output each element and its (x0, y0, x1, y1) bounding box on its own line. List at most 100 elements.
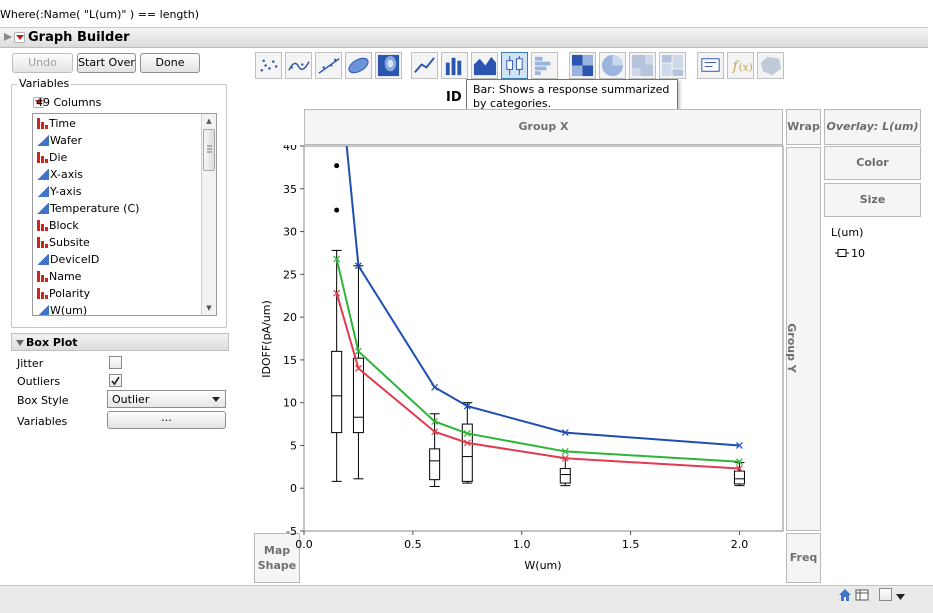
column-list-item[interactable]: X-axis (37, 166, 83, 183)
pie-icon[interactable] (599, 52, 626, 79)
home-icon[interactable] (838, 588, 852, 605)
status-checkbox[interactable] (879, 588, 892, 601)
column-name: Y-axis (50, 185, 82, 198)
graph-builder-titlebar (0, 27, 928, 48)
variables-options-button[interactable]: ... (107, 411, 226, 429)
column-list-item[interactable]: Name (37, 268, 81, 285)
continuous-column-icon (37, 186, 49, 197)
scroll-down-icon[interactable]: ▼ (202, 301, 216, 315)
start-over-button[interactable]: Start Over (77, 53, 136, 73)
column-name: Subsite (49, 236, 90, 249)
column-list-scrollbar[interactable]: ▲ ▼ (201, 114, 216, 315)
y-tick-label: 40 (283, 145, 297, 153)
status-bar (0, 585, 933, 613)
undo-button[interactable]: Undo (12, 53, 73, 73)
column-list-item[interactable]: Block (37, 217, 79, 234)
box-plot-icon[interactable] (501, 52, 528, 79)
column-name: W(um) (50, 304, 88, 316)
contour-icon[interactable] (375, 52, 402, 79)
legend-box-icon (835, 248, 849, 261)
jitter-checkbox[interactable] (109, 356, 122, 369)
legend-item-label: 10 (851, 247, 865, 260)
y-axis-label[interactable]: IDOFF(pA/um) (260, 300, 273, 378)
group-y-zone[interactable]: Group Y (785, 147, 821, 531)
area-icon[interactable] (471, 52, 498, 79)
column-list-item[interactable]: Die (37, 149, 67, 166)
histogram-icon[interactable] (531, 52, 558, 79)
treemap-icon[interactable] (629, 52, 656, 79)
chevron-down-icon (212, 397, 220, 402)
box-plot-chart[interactable]: -5 0 5 10 15 20 25 30 35 40 0.0 0.5 1.0 1.5 2.0 IDOFF… (254, 145, 784, 585)
column-list-item[interactable]: Time (37, 115, 76, 132)
color-zone[interactable]: Color (824, 146, 921, 180)
outlier-point (334, 163, 340, 169)
formula-icon[interactable]: f (x) (727, 52, 754, 79)
scroll-thumb[interactable] (203, 129, 215, 171)
status-menu-chevron-icon[interactable] (896, 591, 906, 604)
x-tick-label: 1.5 (622, 538, 640, 551)
outline-collapse-icon[interactable] (3, 31, 13, 46)
x-tick-label: 0.5 (404, 538, 422, 551)
continuous-column-icon (37, 203, 49, 214)
table-icon[interactable] (855, 588, 869, 605)
ellipse-icon[interactable] (345, 52, 372, 79)
nominal-column-icon (37, 271, 48, 282)
wrap-zone[interactable]: Wrap (786, 109, 821, 145)
column-name: Time (49, 117, 76, 130)
done-button[interactable]: Done (140, 53, 200, 73)
scroll-up-icon[interactable]: ▲ (202, 114, 216, 128)
y-tick-label: -5 (286, 525, 297, 538)
continuous-column-icon (37, 254, 49, 265)
column-list-item[interactable]: Temperature (C) (37, 200, 139, 217)
group-x-zone[interactable]: Group X (304, 109, 783, 145)
column-count: 49 Columns (36, 96, 102, 109)
variables-label: Variables (17, 77, 72, 90)
heatmap-icon[interactable] (569, 52, 596, 79)
nominal-column-icon (37, 118, 48, 129)
box-plot-header[interactable]: Box Plot (11, 333, 229, 351)
column-list-item[interactable]: DeviceID (37, 251, 99, 268)
y-tick-label: 30 (283, 226, 297, 239)
points-icon[interactable] (255, 52, 282, 79)
column-list-item[interactable]: Wafer (37, 132, 82, 149)
legend-title: L(um) (831, 226, 864, 239)
freq-zone[interactable]: Freq (786, 533, 821, 583)
box-rect (733, 470, 745, 485)
box-rect (331, 350, 343, 434)
smoother-icon[interactable] (285, 52, 312, 79)
column-list-item[interactable]: Y-axis (37, 183, 81, 200)
box-style-select[interactable]: Outlier (107, 390, 226, 408)
mosaic-icon[interactable] (659, 52, 686, 79)
map-shapes-icon[interactable] (757, 52, 784, 79)
red-triangle-menu-icon[interactable] (14, 32, 25, 43)
column-list-item[interactable]: Polarity (37, 285, 90, 302)
where-clause: Where(:Name( "L(um)" ) == length) (0, 8, 199, 21)
page-title: Graph Builder (28, 30, 130, 45)
size-zone[interactable]: Size (824, 183, 921, 217)
jitter-label: Jitter (17, 357, 44, 370)
overlay-zone[interactable]: Overlay: L(um) (824, 109, 921, 145)
x-axis-label[interactable]: W(um) (524, 559, 561, 572)
outliers-checkbox[interactable] (109, 374, 122, 387)
line-of-fit-icon[interactable] (315, 52, 342, 79)
column-list-item[interactable]: W(um) (37, 302, 88, 316)
caption-box-icon[interactable] (697, 52, 724, 79)
svg-text:(x): (x) (739, 61, 753, 73)
column-name: Temperature (C) (50, 202, 140, 215)
column-list[interactable]: Time Wafer Die X-axis Y-axis Temperature (C) B… (32, 113, 217, 316)
bar-icon[interactable] (441, 52, 468, 79)
box-style-label: Box Style (17, 394, 69, 407)
continuous-column-icon (37, 135, 49, 146)
collapse-icon[interactable] (15, 338, 25, 348)
column-name: Block (49, 219, 79, 232)
x-tick-label: 1.0 (513, 538, 531, 551)
plot-frame (303, 145, 784, 532)
continuous-column-icon (37, 169, 49, 180)
y-tick-label: 5 (290, 439, 297, 452)
column-name: Name (49, 270, 82, 283)
column-list-item[interactable]: Subsite (37, 234, 90, 251)
y-tick-label: 25 (283, 268, 297, 281)
x-tick-label: 0.0 (295, 538, 313, 551)
y-tick-label: 10 (283, 397, 297, 410)
line-icon[interactable] (411, 52, 438, 79)
